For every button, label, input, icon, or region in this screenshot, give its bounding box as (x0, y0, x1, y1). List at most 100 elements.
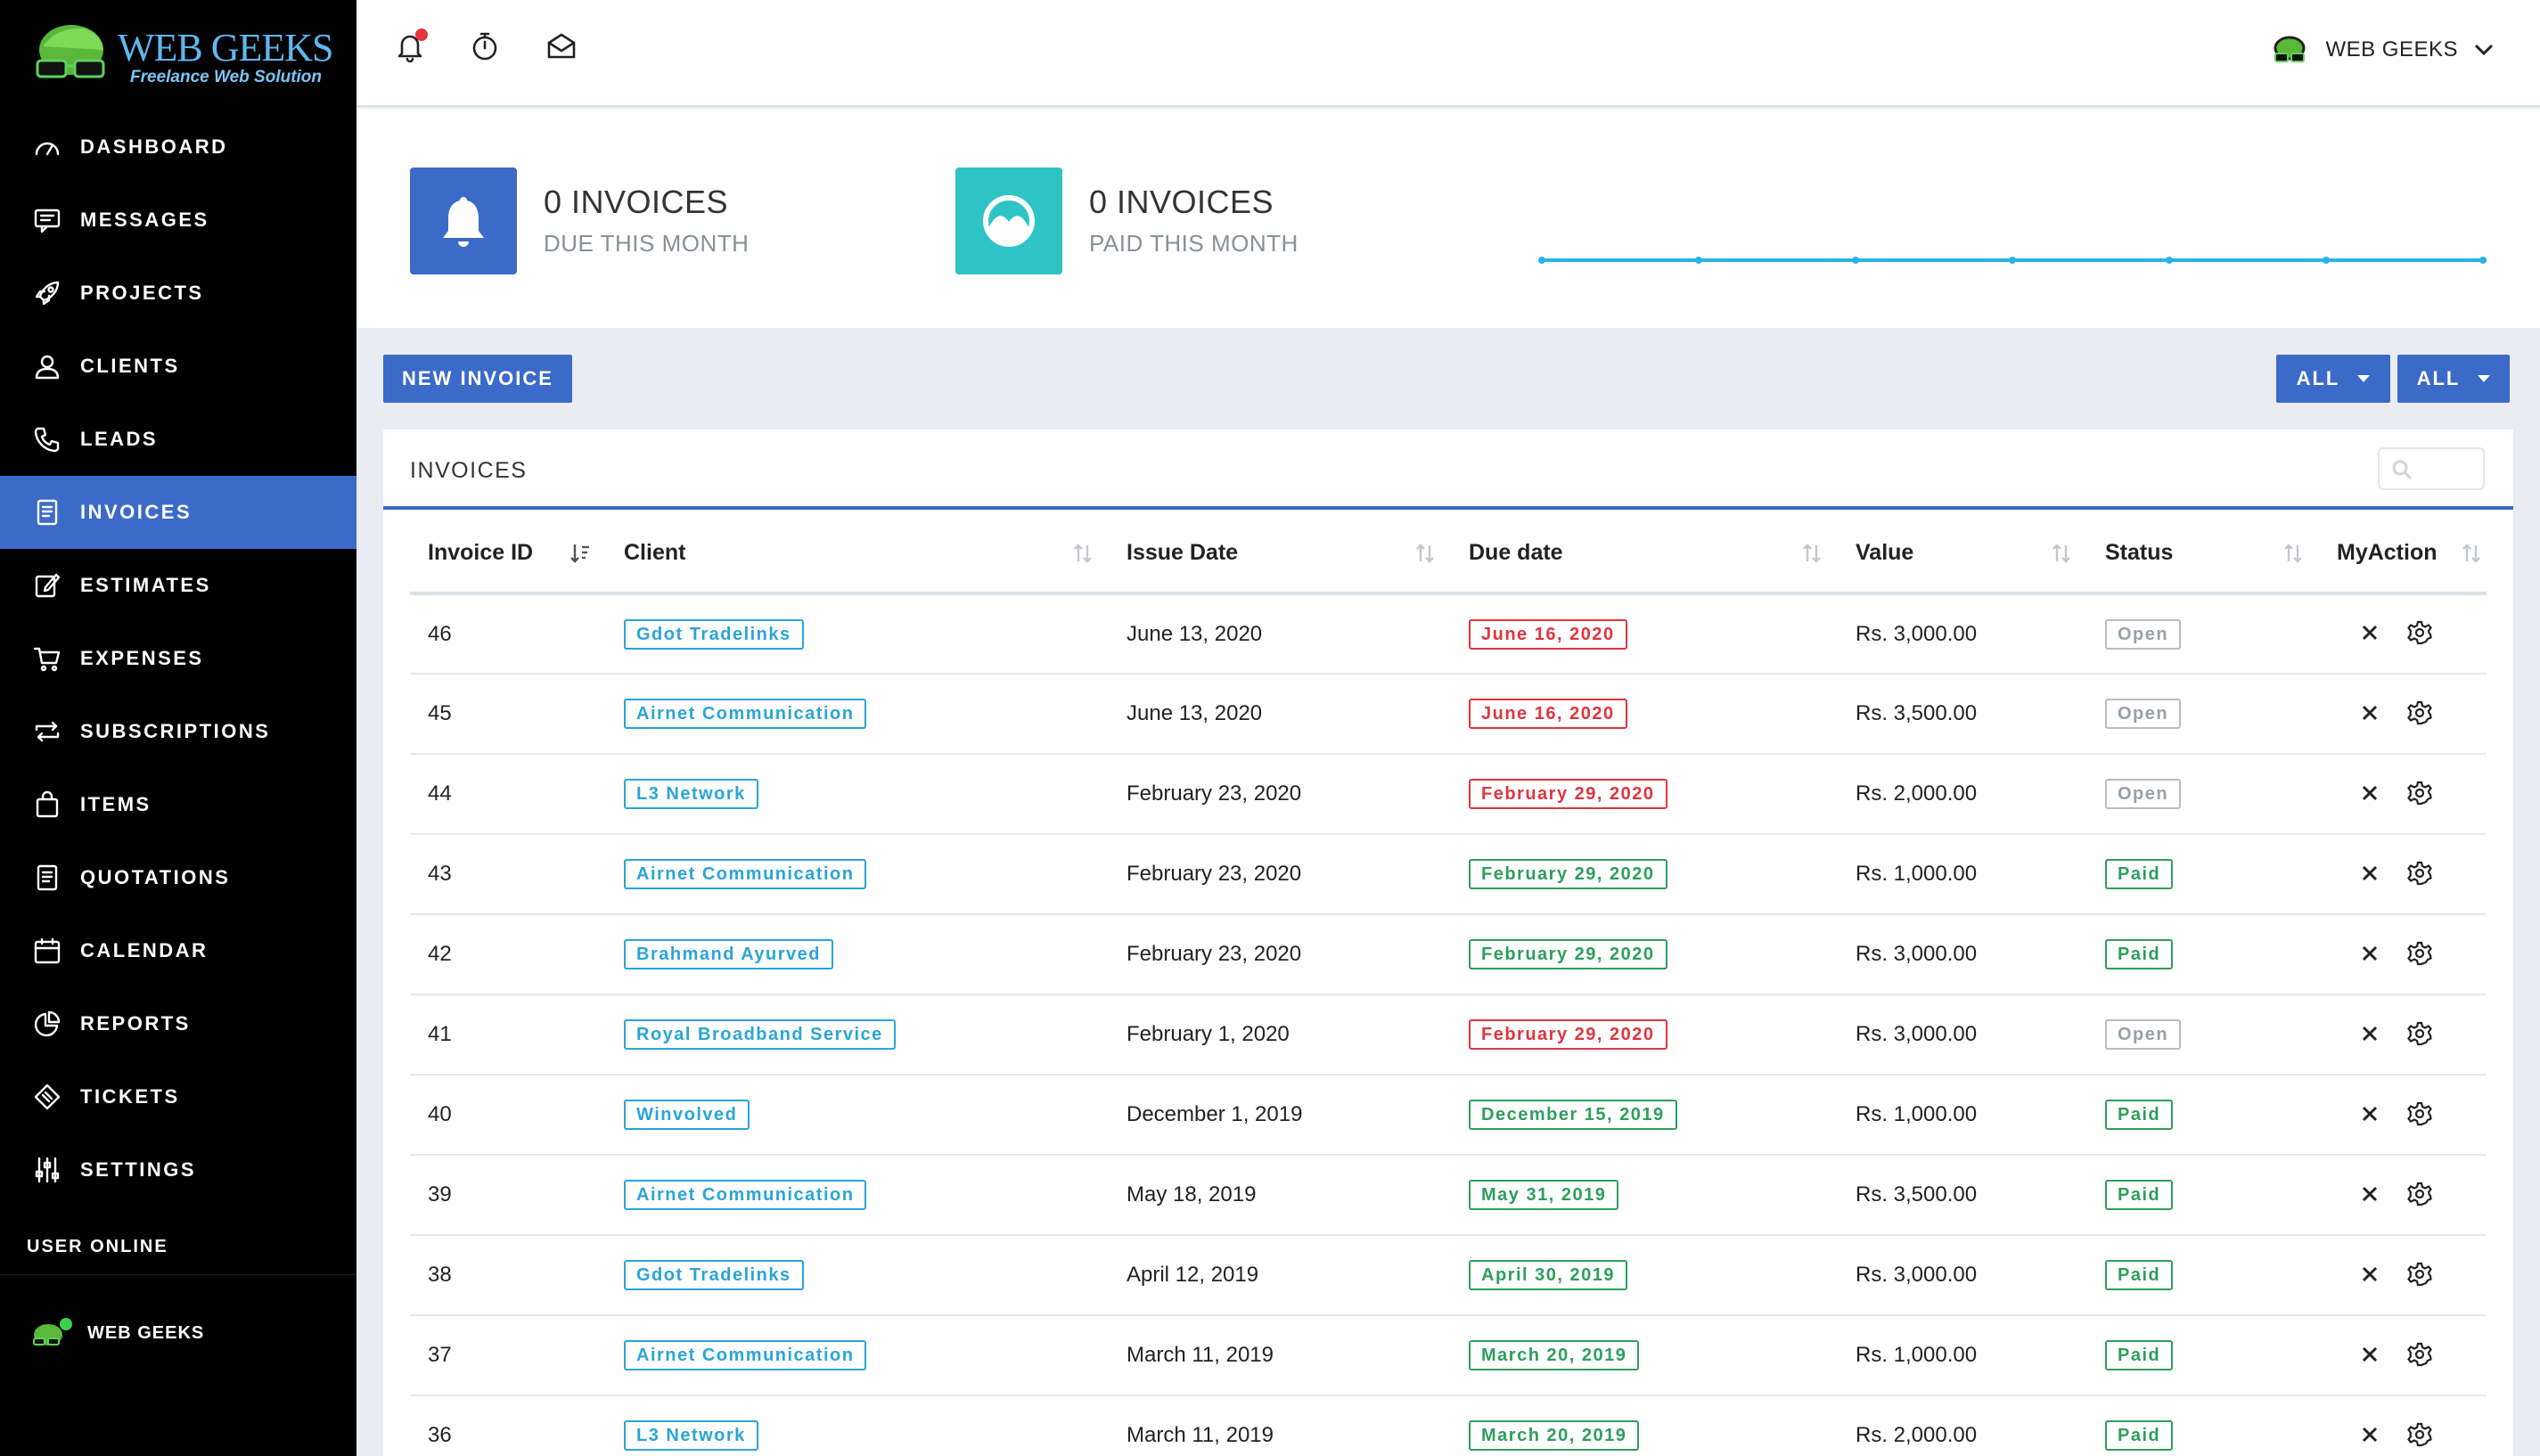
filter-label: ALL (2416, 367, 2461, 389)
gauge-icon (983, 195, 1035, 247)
filter-dropdown-2[interactable]: ALL (2397, 355, 2510, 403)
delete-icon[interactable] (2360, 1425, 2380, 1444)
sidebar-item-leads[interactable]: LEADS (0, 403, 356, 476)
client-link[interactable]: Airnet Communication (624, 1180, 867, 1210)
repeat-icon (32, 716, 62, 747)
invoice-value: Rs. 1,000.00 (1856, 1102, 1978, 1126)
search-input[interactable] (2378, 447, 2485, 490)
issue-date: February 23, 2020 (1127, 781, 1302, 806)
client-link[interactable]: L3 Network (624, 1420, 758, 1451)
table-row[interactable]: 41 Royal Broadband Service February 1, 202… (410, 994, 2487, 1076)
sidebar-item-quotations[interactable]: QUOTATIONS (0, 841, 356, 914)
delete-icon[interactable] (2360, 1104, 2380, 1124)
filter-dropdown-1[interactable]: ALL (2276, 355, 2390, 403)
column-header-client[interactable]: Client (606, 513, 1109, 595)
user-menu[interactable]: WEB GEEKS (2256, 32, 2495, 68)
settings-gear-icon[interactable] (2406, 1341, 2433, 1368)
settings-gear-icon[interactable] (2406, 940, 2433, 967)
sidebar-item-items[interactable]: ITEMS (0, 768, 356, 841)
table-row[interactable]: 40 Winvolved December 1, 2019 December 15, … (410, 1075, 2487, 1156)
sidebar-item-expenses[interactable]: EXPENSES (0, 622, 356, 695)
settings-gear-icon[interactable] (2406, 1181, 2433, 1207)
table-row[interactable]: 39 Airnet Communication May 18, 2019 May 31… (410, 1155, 2487, 1236)
sidebar-item-invoices[interactable]: INVOICES (0, 476, 356, 549)
delete-icon[interactable] (2360, 623, 2380, 642)
table-row[interactable]: 43 Airnet Communication February 23, 2020 F… (410, 834, 2487, 915)
delete-icon[interactable] (2360, 1184, 2380, 1204)
due-date-cell: February 29, 2020 (1451, 754, 1838, 835)
column-header-due-date[interactable]: Due date (1451, 513, 1838, 595)
client-link[interactable]: Airnet Communication (624, 859, 867, 889)
client-link[interactable]: Winvolved (624, 1100, 750, 1130)
timer-button[interactable] (465, 27, 504, 66)
client-link[interactable]: Brahmand Ayurved (624, 939, 834, 969)
client-link[interactable]: Royal Broadband Service (624, 1019, 896, 1050)
client-cell: Brahmand Ayurved (606, 914, 1109, 995)
delete-icon[interactable] (2360, 1264, 2380, 1284)
settings-gear-icon[interactable] (2406, 860, 2433, 887)
settings-gear-icon[interactable] (2406, 780, 2433, 806)
due-date-cell: December 15, 2019 (1451, 1075, 1838, 1156)
paid-count: 0 INVOICES (1089, 184, 1274, 220)
client-link[interactable]: Gdot Tradelinks (624, 1260, 804, 1290)
column-header-issue-date[interactable]: Issue Date (1109, 513, 1451, 595)
issue-date: April 12, 2019 (1127, 1263, 1259, 1287)
inbox-button[interactable] (542, 27, 581, 66)
delete-icon[interactable] (2360, 1024, 2380, 1043)
table-row[interactable]: 46 Gdot Tradelinks June 13, 2020 June 16, 2… (410, 593, 2487, 675)
table-row[interactable]: 36 L3 Network March 11, 2019 March 20, 2019… (410, 1395, 2487, 1456)
sidebar-item-clients[interactable]: CLIENTS (0, 330, 356, 403)
settings-gear-icon[interactable] (2406, 1261, 2433, 1288)
sidebar-item-settings[interactable]: SETTINGS (0, 1133, 356, 1207)
delete-icon[interactable] (2360, 703, 2380, 723)
delete-icon[interactable] (2360, 944, 2380, 963)
sidebar-item-calendar[interactable]: CALENDAR (0, 914, 356, 987)
delete-icon[interactable] (2360, 783, 2380, 803)
table-row[interactable]: 42 Brahmand Ayurved February 23, 2020 Febru… (410, 914, 2487, 995)
sidebar-item-label: EXPENSES (80, 647, 204, 669)
invoice-id: 40 (428, 1102, 452, 1126)
sidebar-item-tickets[interactable]: TICKETS (0, 1060, 356, 1133)
client-link[interactable]: Airnet Communication (624, 1340, 867, 1370)
client-link[interactable]: Gdot Tradelinks (624, 618, 804, 650)
table-row[interactable]: 38 Gdot Tradelinks April 12, 2019 April 30,… (410, 1235, 2487, 1316)
notifications-button[interactable] (390, 27, 430, 66)
new-invoice-button[interactable]: NEW INVOICE (383, 355, 572, 403)
column-header-status[interactable]: Status (2087, 513, 2319, 595)
column-header-label: MyAction (2337, 539, 2438, 565)
sidebar-item-dashboard[interactable]: DASHBOARD (0, 110, 356, 184)
table-row[interactable]: 44 L3 Network February 23, 2020 February 29… (410, 754, 2487, 835)
sidebar-item-messages[interactable]: MESSAGES (0, 184, 356, 257)
brand-logo[interactable]: WEB GEEKS Freelance Web Solution (0, 0, 356, 107)
calendar-icon (32, 936, 62, 966)
due-date-cell: February 29, 2020 (1451, 834, 1838, 915)
column-header-invoice-id[interactable]: Invoice ID (410, 513, 606, 595)
document-icon (32, 497, 62, 528)
client-link[interactable]: Airnet Communication (624, 699, 867, 729)
online-user[interactable]: WEB GEEKS (30, 1315, 204, 1351)
table-row[interactable]: 37 Airnet Communication March 11, 2019 Marc… (410, 1315, 2487, 1396)
delete-icon[interactable] (2360, 1345, 2380, 1364)
invoice-value: Rs. 3,000.00 (1856, 1022, 1978, 1046)
settings-gear-icon[interactable] (2406, 1421, 2433, 1448)
sidebar-item-projects[interactable]: PROJECTS (0, 257, 356, 330)
column-header-value[interactable]: Value (1838, 513, 2087, 595)
client-link[interactable]: L3 Network (624, 779, 758, 809)
delete-icon[interactable] (2360, 863, 2380, 883)
stopwatch-icon (472, 32, 497, 61)
settings-gear-icon[interactable] (2406, 699, 2433, 726)
settings-gear-icon[interactable] (2406, 1020, 2433, 1047)
status-cell: Paid (2087, 1235, 2319, 1316)
table-row[interactable]: 45 Airnet Communication June 13, 2020 June … (410, 674, 2487, 755)
bag-icon (32, 789, 62, 820)
sidebar-item-subscriptions[interactable]: SUBSCRIPTIONS (0, 695, 356, 768)
invoice-value: Rs. 1,000.00 (1856, 862, 1978, 886)
column-header-myaction[interactable]: MyAction (2319, 513, 2487, 595)
due-date-cell: March 20, 2019 (1451, 1315, 1838, 1396)
status-cell: Paid (2087, 1395, 2319, 1456)
issue-date-cell: April 12, 2019 (1109, 1235, 1451, 1316)
settings-gear-icon[interactable] (2406, 619, 2433, 646)
sidebar-item-reports[interactable]: REPORTS (0, 987, 356, 1060)
settings-gear-icon[interactable] (2406, 1100, 2433, 1127)
sidebar-item-estimates[interactable]: ESTIMATES (0, 549, 356, 622)
